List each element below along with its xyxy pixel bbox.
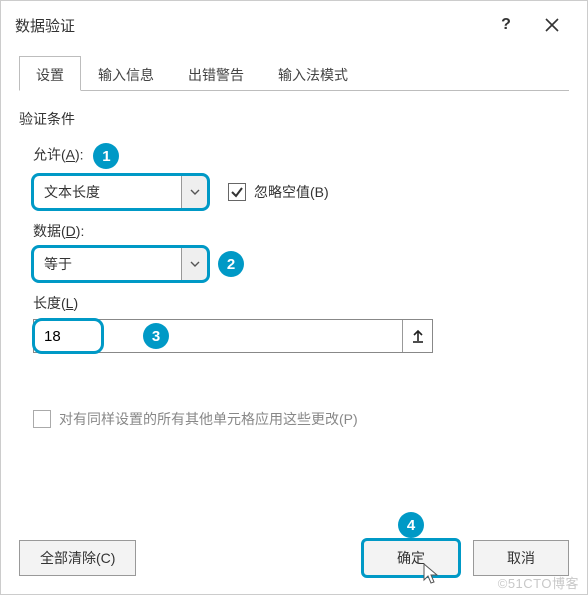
apply-all-label: 对有同样设置的所有其他单元格应用这些更改(P) <box>59 409 358 429</box>
annotation-badge-1: 1 <box>93 143 119 169</box>
clear-all-button[interactable]: 全部清除(C) <box>19 540 136 576</box>
apply-all-checkbox[interactable]: 对有同样设置的所有其他单元格应用这些更改(P) <box>33 409 569 429</box>
checkmark-icon <box>230 185 244 199</box>
ignore-blank-checkbox[interactable]: 忽略空值(B) <box>228 182 329 202</box>
allow-select[interactable]: 文本长度 <box>33 175 208 209</box>
data-select[interactable]: 等于 <box>33 247 208 281</box>
length-block: 长度(L) 3 <box>19 293 569 353</box>
tab-error-alert[interactable]: 出错警告 <box>171 56 261 91</box>
length-input-wrap <box>33 319 433 353</box>
annotation-badge-4: 4 <box>398 512 424 538</box>
titlebar: 数据验证 ? <box>1 1 587 45</box>
length-label: 长度(L) <box>33 293 569 313</box>
section-title: 验证条件 <box>19 109 569 129</box>
data-block: 数据(D): 等于 2 <box>19 221 569 281</box>
cancel-button[interactable]: 取消 <box>473 540 569 576</box>
annotation-badge-3: 3 <box>143 323 169 349</box>
ignore-blank-box <box>228 183 246 201</box>
data-value: 等于 <box>34 254 181 274</box>
allow-label: 允许(A): 1 <box>33 143 569 169</box>
allow-block: 允许(A): 1 文本长度 忽略空值(B) <box>19 143 569 209</box>
dialog-title: 数据验证 <box>15 15 483 36</box>
apply-all-box <box>33 410 51 428</box>
ok-button[interactable]: 确定 <box>363 540 459 576</box>
tab-ime-mode[interactable]: 输入法模式 <box>261 56 365 91</box>
allow-value: 文本长度 <box>34 182 181 202</box>
annotation-badge-2: 2 <box>218 251 244 277</box>
tabstrip: 设置 输入信息 出错警告 输入法模式 <box>19 55 569 91</box>
chevron-down-icon <box>190 189 200 195</box>
data-dropdown-arrow[interactable] <box>181 248 207 280</box>
range-picker-button[interactable] <box>402 320 432 352</box>
ignore-blank-label: 忽略空值(B) <box>254 182 329 202</box>
close-icon <box>545 18 559 32</box>
help-button[interactable]: ? <box>483 10 529 40</box>
length-input[interactable] <box>34 328 402 345</box>
close-button[interactable] <box>529 10 575 40</box>
allow-dropdown-arrow[interactable] <box>181 176 207 208</box>
data-label: 数据(D): <box>33 221 569 241</box>
data-validation-dialog: 数据验证 ? 设置 输入信息 出错警告 输入法模式 验证条件 允许(A): 1 … <box>0 0 588 595</box>
cursor-icon <box>422 563 440 585</box>
chevron-down-icon <box>190 261 200 267</box>
dialog-footer: 全部清除(C) 4 确定 取消 <box>1 524 587 594</box>
dialog-body: 设置 输入信息 出错警告 输入法模式 验证条件 允许(A): 1 文本长度 <box>1 45 587 443</box>
tab-settings[interactable]: 设置 <box>19 56 81 91</box>
range-picker-icon <box>411 329 425 343</box>
tab-input-message[interactable]: 输入信息 <box>81 56 171 91</box>
